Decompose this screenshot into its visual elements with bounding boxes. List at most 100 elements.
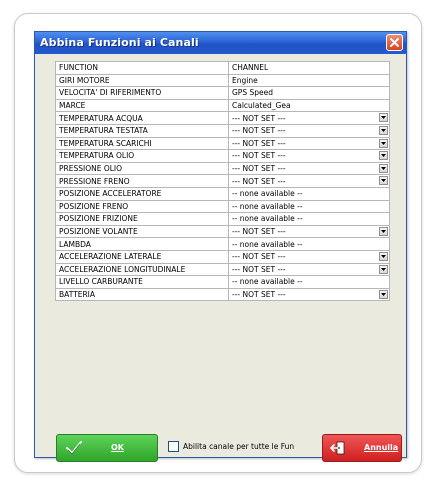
channel-value: -- none available -- [232,277,303,287]
function-channel-table: FUNCTION CHANNEL GIRI MOTORE Engine VELOCI… [55,61,390,302]
chevron-down-icon [381,166,386,170]
table-row[interactable]: POSIZIONE VOLANTE --- NOT SET --- [55,224,390,239]
apply-all-checkbox[interactable] [168,441,179,452]
function-cell: LAMBDA [55,237,229,251]
chevron-down-icon [381,154,386,158]
table-row[interactable]: ACCELERAZIONE LATERALE --- NOT SET --- [55,249,390,264]
function-cell: POSIZIONE VOLANTE [55,224,229,239]
table-body: GIRI MOTORE Engine VELOCITA' DI RIFERIMENT… [55,73,390,302]
channel-dropdown-button[interactable] [379,163,388,173]
table-row[interactable]: MARCE Calculated_Gea [55,98,390,113]
channel-cell[interactable]: --- NOT SET --- [228,287,390,302]
table-row[interactable]: TEMPERATURA OLIO --- NOT SET --- [55,149,390,163]
channel-value: -- none available -- [232,201,303,211]
channel-value: --- NOT SET --- [232,164,286,174]
channel-cell[interactable]: --- NOT SET --- [228,249,390,264]
channel-cell: GPS Speed [228,86,390,100]
function-cell: TEMPERATURA ACQUA [55,111,229,125]
function-cell: ACCELERAZIONE LONGITUDINALE [55,262,229,277]
channel-value: GPS Speed [232,88,273,98]
function-cell: LIVELLO CARBURANTE [55,275,229,289]
function-cell: PRESSIONE OLIO [55,161,229,176]
table-row[interactable]: TEMPERATURA SCARICHI --- NOT SET --- [55,136,390,151]
channel-dropdown-button[interactable] [379,113,388,123]
function-cell: TEMPERATURA SCARICHI [55,136,229,151]
function-cell: GIRI MOTORE [55,73,229,88]
channel-cell[interactable]: --- NOT SET --- [228,123,390,138]
channel-dropdown-button[interactable] [379,251,388,261]
channel-dropdown-button[interactable] [379,226,388,236]
table-row[interactable]: ACCELERAZIONE LONGITUDINALE --- NOT SET -… [55,262,390,277]
table-row[interactable]: BATTERIA --- NOT SET --- [55,287,390,302]
chevron-down-icon [381,267,386,271]
channel-cell[interactable]: --- NOT SET --- [228,136,390,151]
close-button[interactable] [386,34,403,51]
function-cell: VELOCITA' DI RIFERIMENTO [55,86,229,100]
dialog-window: Abbina Funzioni ai Canali FUNCTION CHANN… [34,31,407,462]
channel-dropdown-button[interactable] [379,125,388,135]
function-cell: POSIZIONE FRIZIONE [55,212,229,226]
channel-cell[interactable]: --- NOT SET --- [228,111,390,125]
channel-value: --- NOT SET --- [232,227,286,237]
channel-dropdown-button[interactable] [379,264,388,274]
table-row[interactable]: LAMBDA -- none available -- [55,237,390,251]
function-cell: ACCELERAZIONE LATERALE [55,249,229,264]
channel-cell: -- none available -- [228,237,390,251]
channel-value: Engine [232,75,258,85]
channel-value: --- NOT SET --- [232,138,286,148]
chevron-down-icon [381,292,386,296]
channel-dropdown-button[interactable] [379,138,388,148]
chevron-down-icon [381,179,386,183]
title-bar[interactable]: Abbina Funzioni ai Canali [35,32,406,54]
function-cell: PRESSIONE FRENO [55,174,229,188]
channel-cell: -- none available -- [228,212,390,226]
channel-value: --- NOT SET --- [232,126,286,136]
ok-label: OK [111,443,124,452]
function-cell: MARCE [55,98,229,113]
channel-dropdown-button[interactable] [379,176,388,186]
table-row[interactable]: POSIZIONE FRENO -- none available -- [55,199,390,214]
channel-cell[interactable]: --- NOT SET --- [228,224,390,239]
table-row[interactable]: POSIZIONE ACCELERATORE -- none available … [55,186,390,201]
channel-cell[interactable]: --- NOT SET --- [228,149,390,163]
function-cell: POSIZIONE ACCELERATORE [55,186,229,201]
table-row[interactable]: PRESSIONE FRENO --- NOT SET --- [55,174,390,188]
ok-button[interactable]: OK [56,434,158,462]
channel-value: -- none available -- [232,239,303,249]
channel-cell[interactable]: --- NOT SET --- [228,174,390,188]
channel-value: --- NOT SET --- [232,289,286,299]
table-row[interactable]: TEMPERATURA ACQUA --- NOT SET --- [55,111,390,125]
channel-cell: -- none available -- [228,199,390,214]
channel-cell: -- none available -- [228,275,390,289]
channel-dropdown-button[interactable] [379,289,388,299]
cancel-button[interactable]: Annulla [322,434,402,462]
channel-dropdown-button[interactable] [379,151,388,161]
channel-value: --- NOT SET --- [232,264,286,274]
channel-cell[interactable]: --- NOT SET --- [228,161,390,176]
function-cell: POSIZIONE FRENO [55,199,229,214]
cancel-label: Annulla [364,443,399,452]
channel-value: --- NOT SET --- [232,151,286,161]
channel-value: -- none available -- [232,189,303,199]
apply-all-label[interactable]: Abilita canale per tutte le Fun [183,442,294,451]
window-title: Abbina Funzioni ai Canali [40,36,199,49]
function-cell: TEMPERATURA TESTATA [55,123,229,138]
table-row[interactable]: PRESSIONE OLIO --- NOT SET --- [55,161,390,176]
table-row[interactable]: LIVELLO CARBURANTE -- none available -- [55,275,390,289]
chevron-down-icon [381,116,386,120]
chevron-down-icon [381,229,386,233]
header-channel: CHANNEL [228,61,390,75]
header-function: FUNCTION [55,61,229,75]
chevron-down-icon [381,254,386,258]
close-icon [390,38,399,47]
channel-value: -- none available -- [232,214,303,224]
channel-cell[interactable]: --- NOT SET --- [228,262,390,277]
table-row[interactable]: GIRI MOTORE Engine [55,73,390,88]
channel-value: --- NOT SET --- [232,252,286,262]
table-row[interactable]: TEMPERATURA TESTATA --- NOT SET --- [55,123,390,138]
table-row[interactable]: VELOCITA' DI RIFERIMENTO GPS Speed [55,86,390,100]
table-row[interactable]: POSIZIONE FRIZIONE -- none available -- [55,212,390,226]
channel-value: --- NOT SET --- [232,176,286,186]
channel-value: --- NOT SET --- [232,113,286,123]
table-header-row: FUNCTION CHANNEL [55,61,390,75]
